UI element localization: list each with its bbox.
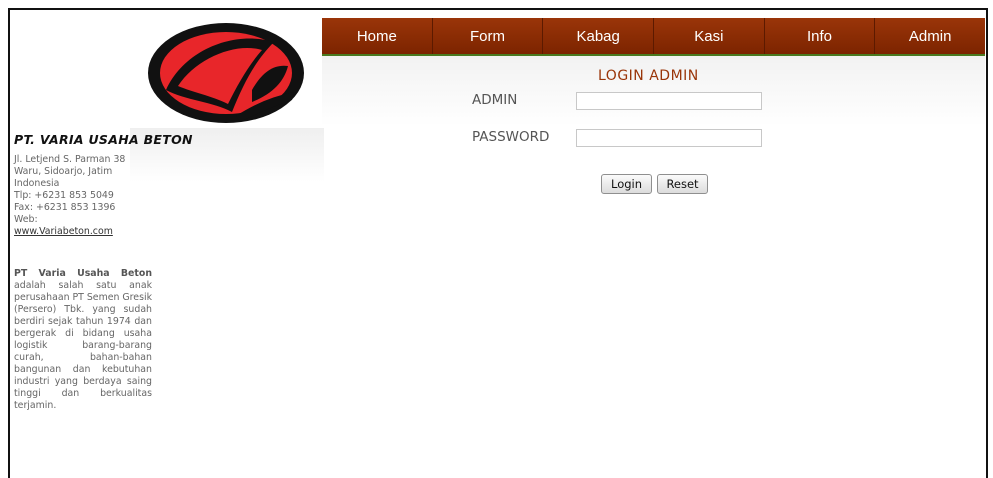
nav-kabag[interactable]: Kabag: [543, 18, 655, 54]
nav-kasi[interactable]: Kasi: [654, 18, 765, 54]
nav-form[interactable]: Form: [433, 18, 544, 54]
nav-info[interactable]: Info: [765, 18, 876, 54]
company-description: PT Varia Usaha Beton adalah salah satu a…: [14, 268, 152, 412]
phone-line: Tlp: +6231 853 5049: [14, 190, 114, 201]
login-button[interactable]: Login: [601, 174, 652, 194]
description-title: PT Varia Usaha Beton: [14, 268, 152, 279]
company-address: Jl. Letjend S. Parman 38 Waru, Sidoarjo,…: [14, 154, 152, 238]
varia-beton-logo-icon: [148, 23, 304, 123]
password-label: PASSWORD: [472, 129, 550, 145]
web-label: Web:: [14, 214, 38, 225]
address-line: Waru, Sidoarjo, Jatim: [14, 166, 113, 177]
login-title: LOGIN ADMIN: [598, 68, 699, 84]
main-nav: Home Form Kabag Kasi Info Admin: [322, 18, 985, 56]
reset-button[interactable]: Reset: [657, 174, 708, 194]
fax-line: Fax: +6231 853 1396: [14, 202, 116, 213]
description-text: adalah salah satu anak perusahaan PT Sem…: [14, 280, 152, 411]
address-line: Indonesia: [14, 178, 60, 189]
company-name: PT. VARIA USAHA BETON: [14, 132, 193, 147]
nav-admin[interactable]: Admin: [875, 18, 985, 54]
nav-home[interactable]: Home: [322, 18, 433, 54]
website-link[interactable]: www.Variabeton.com: [14, 226, 113, 237]
admin-input[interactable]: [576, 92, 762, 110]
admin-label: ADMIN: [472, 92, 518, 108]
content-header-bg: [322, 56, 985, 126]
logo: [130, 18, 324, 128]
sidebar: [130, 18, 324, 468]
password-input[interactable]: [576, 129, 762, 147]
address-line: Jl. Letjend S. Parman 38: [14, 154, 126, 165]
